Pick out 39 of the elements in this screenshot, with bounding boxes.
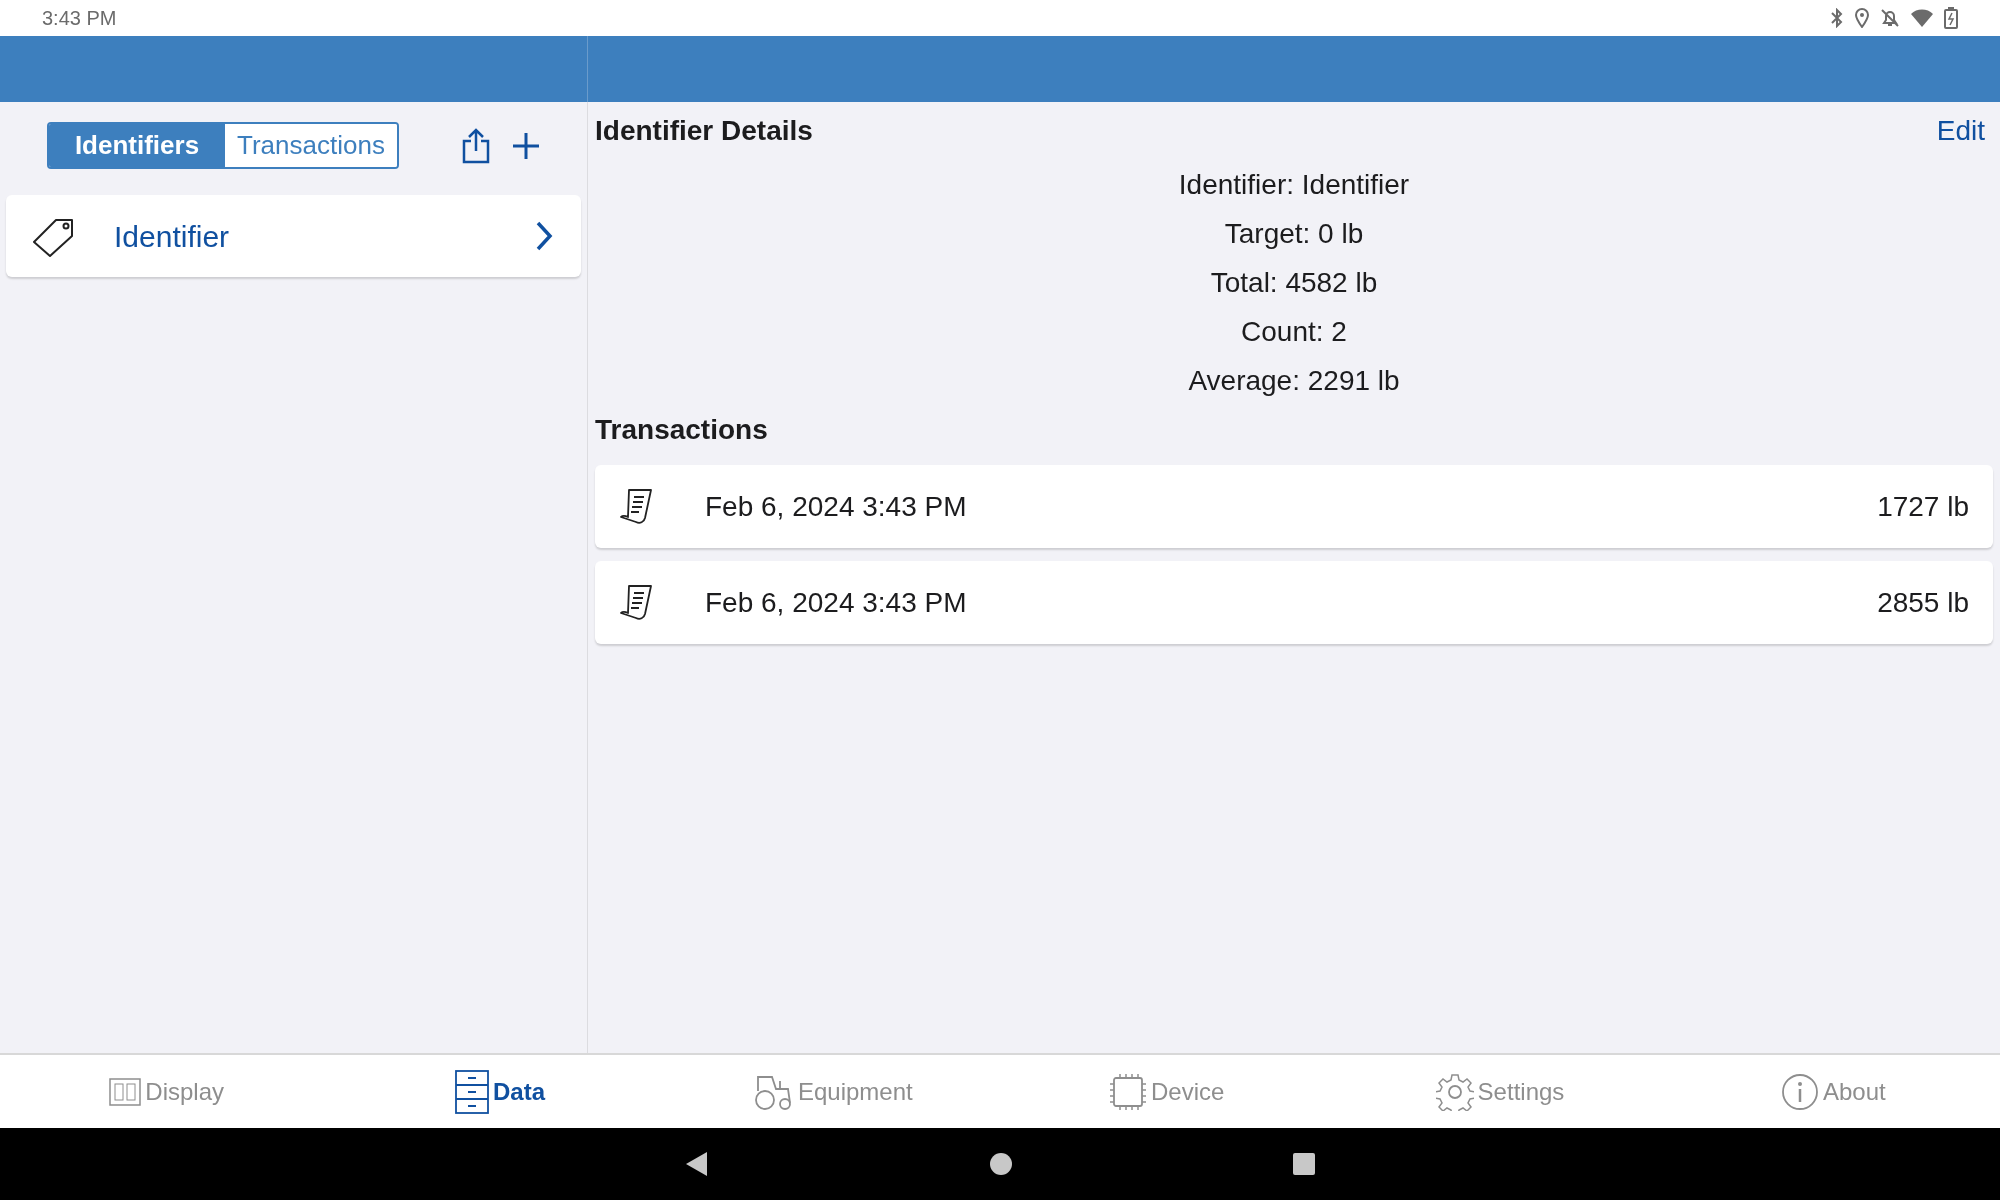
display-icon [109,1077,142,1106]
identifier-row[interactable]: Identifier [6,195,581,277]
tab-item[interactable]: Equipment [666,1055,1000,1128]
cabinet-icon [454,1069,489,1114]
detail-text: Identifier: Identifier [1178,169,1410,200]
detail-text: Count: 2 [1241,316,1347,347]
transaction-weight: 1727 lb [1877,489,1969,524]
chevron-right-icon [535,221,553,251]
tab-item[interactable]: Display [0,1055,334,1128]
bluetooth-icon [1830,8,1844,28]
transaction-date: Feb 6, 2024 3:43 PM [705,489,967,524]
wifi-icon [1910,8,1934,28]
tab-item[interactable]: Settings [1333,1055,1667,1128]
transaction-date: Feb 6, 2024 3:43 PM [705,585,967,620]
detail-text: Average: 2291 lb [1188,365,1400,396]
detail-text: Total: 4582 lb [1210,267,1378,298]
edit-link[interactable]: Edit [1928,110,1993,152]
transaction-weight: 2855 lb [1877,585,1969,620]
tab-item[interactable]: About [1666,1055,2000,1128]
chip-icon [1108,1072,1147,1111]
status-time: 3:43 PM [42,6,117,31]
back-icon[interactable] [685,1151,709,1177]
home-icon[interactable] [989,1152,1013,1176]
section-title: Transactions [595,413,769,447]
bell-off-icon [1880,8,1900,28]
add-icon[interactable] [512,132,539,159]
transaction-row[interactable]: Feb 6, 2024 3:43 PM 1727 lb [595,465,1993,548]
share-icon[interactable] [460,127,491,164]
settings-icon [1435,1072,1474,1111]
battery-icon [1944,7,1958,29]
tab-item[interactable]: Data [333,1055,667,1128]
segment-tab[interactable]: Identifiers [49,124,225,167]
location-icon [1854,8,1870,28]
detail-text: Target: 0 lb [1224,218,1364,249]
tab-item[interactable]: Device [1000,1055,1334,1128]
section-title: Identifier Details [595,114,813,148]
info-icon [1780,1072,1819,1111]
segment-tab[interactable]: Transactions [225,124,397,167]
transaction-row[interactable]: Feb 6, 2024 3:43 PM 2855 lb [595,561,1993,644]
